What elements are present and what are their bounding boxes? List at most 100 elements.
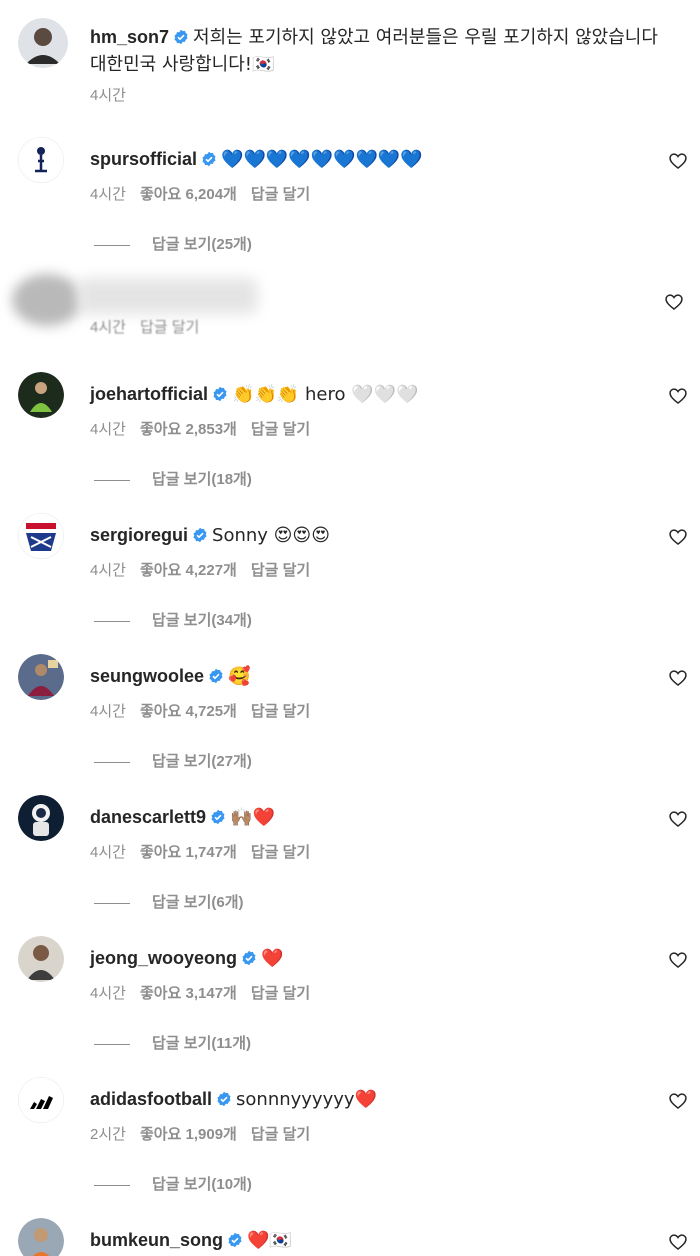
timestamp[interactable]: 4시간 [90,186,126,203]
comment-item: danescarlett9 🙌🏽❤️ 4시간 좋아요 1,747개 답글 달기 답글 … [18,795,688,925]
like-heart-icon[interactable] [668,1232,688,1252]
comment-line: bumkeun_song ❤️🇰🇷 [90,1228,292,1253]
view-replies-button[interactable]: 답글 보기(27개) [94,750,252,771]
username[interactable]: hm_son7 [90,27,169,47]
timestamp[interactable]: 4시간 [90,421,126,438]
verified-badge-icon [202,151,216,167]
like-heart-icon[interactable] [668,527,688,547]
like-heart-icon[interactable] [668,950,688,970]
timestamp[interactable]: 4시간 [90,844,126,861]
comment-text: 🙌🏽❤️ [230,807,275,828]
divider [94,1043,130,1045]
comment-item: sergioregui Sonny 😍😍😍 4시간 좋아요 4,227개 답글 달기 … [18,513,688,643]
verified-badge-icon [174,29,188,45]
likes-count[interactable]: 좋아요 1,909개 [140,1126,237,1143]
comment-text: sonnnyyyyyy❤️ [236,1089,377,1110]
view-replies-label: 답글 보기(34개) [152,612,252,629]
avatar[interactable] [18,18,68,68]
likes-count[interactable]: 좋아요 2,853개 [140,421,237,438]
username[interactable]: jeong_wooyeong [90,948,237,968]
comment-meta: 2시간 좋아요 1,909개 답글 달기 [90,1123,324,1144]
verified-badge-icon [217,1091,231,1107]
likes-count[interactable]: 좋아요 4,725개 [140,703,237,720]
like-heart-icon[interactable] [668,151,688,171]
likes-count[interactable]: 좋아요 6,204개 [140,186,237,203]
view-replies-button[interactable]: 답글 보기(10개) [94,1173,252,1194]
verified-badge-icon [209,668,223,684]
timestamp[interactable]: 4시간 [90,562,126,579]
comment-meta: 4시간 좋아요 4,227개 답글 달기 [90,559,324,580]
timestamp[interactable]: 4시간 [90,319,126,336]
avatar[interactable] [18,795,64,841]
view-replies-button[interactable]: 답글 보기(18개) [94,468,252,489]
view-replies-button[interactable]: 답글 보기(6개) [94,891,244,912]
divider [94,244,130,246]
username[interactable]: spursofficial [90,149,197,169]
comment-meta: 4시간 좋아요 3,147개 답글 달기 [90,982,324,1003]
avatar[interactable] [18,936,64,982]
comment-text: ❤️🇰🇷 [247,1230,292,1251]
comment-text: 🥰 [228,666,251,687]
comment-item: jeong_wooyeong ❤️ 4시간 좋아요 3,147개 답글 달기 답글 보… [18,936,688,1066]
avatar[interactable] [18,372,64,418]
verified-badge-icon [211,809,225,825]
reply-button[interactable]: 답글 달기 [251,844,310,861]
reply-button[interactable]: 답글 달기 [251,985,310,1002]
username[interactable]: bumkeun_song [90,1230,223,1250]
view-replies-label: 답글 보기(6개) [152,894,244,911]
like-heart-icon[interactable] [668,668,688,688]
caption-body: hm_son7 저희는 포기하지 않았고 여러분들은 우릴 포기하지 않았습니다 … [90,24,670,78]
like-heart-icon[interactable] [668,1091,688,1111]
username[interactable]: sergioregui [90,525,188,545]
verified-badge-icon [228,1232,242,1248]
timestamp[interactable]: 4시간 [90,703,126,720]
divider [94,761,130,763]
comment-text: 💙💙💙💙💙💙💙💙💙 [221,149,423,170]
avatar[interactable] [18,654,64,700]
view-replies-label: 답글 보기(18개) [152,471,252,488]
like-heart-icon[interactable] [668,386,688,406]
comment-meta: 4시간 답글 달기 [90,316,213,337]
divider [94,479,130,481]
avatar[interactable] [18,137,64,183]
reply-button[interactable]: 답글 달기 [251,186,310,203]
like-heart-icon[interactable] [664,292,684,312]
verified-badge-icon [213,386,227,402]
reply-button[interactable]: 답글 달기 [251,1126,310,1143]
view-replies-label: 답글 보기(10개) [152,1176,252,1193]
view-replies-button[interactable]: 답글 보기(25개) [94,233,252,254]
timestamp[interactable]: 4시간 [90,84,126,105]
comment-line: sergioregui Sonny 😍😍😍 [90,523,330,548]
username[interactable]: danescarlett9 [90,807,206,827]
comment-line: danescarlett9 🙌🏽❤️ [90,805,275,830]
likes-count[interactable]: 좋아요 1,747개 [140,844,237,861]
view-replies-label: 답글 보기(11개) [152,1035,252,1052]
reply-button[interactable]: 답글 달기 [251,562,310,579]
view-replies-button[interactable]: 답글 보기(11개) [94,1032,251,1053]
blurred-text [78,278,258,314]
comment-item: bumkeun_song ❤️🇰🇷 [18,1218,688,1256]
reply-button[interactable]: 답글 달기 [251,703,310,720]
avatar [12,274,82,326]
reply-button[interactable]: 답글 달기 [251,421,310,438]
comment-item: spursofficial 💙💙💙💙💙💙💙💙💙 4시간 좋아요 6,204개 답글 달… [18,137,688,267]
username[interactable]: joehartofficial [90,384,208,404]
username[interactable]: seungwoolee [90,666,204,686]
likes-count[interactable]: 좋아요 4,227개 [140,562,237,579]
timestamp[interactable]: 2시간 [90,1126,126,1143]
comment-line: jeong_wooyeong ❤️ [90,946,283,971]
like-heart-icon[interactable] [668,809,688,829]
timestamp[interactable]: 4시간 [90,985,126,1002]
comment-text: 👏👏👏 hero 🤍🤍🤍 [232,384,419,405]
view-replies-button[interactable]: 답글 보기(34개) [94,609,252,630]
avatar[interactable] [18,513,64,559]
avatar[interactable] [18,1077,64,1123]
divider [94,1184,130,1186]
username[interactable]: adidasfootball [90,1089,212,1109]
comment-line: joehartofficial 👏👏👏 hero 🤍🤍🤍 [90,382,418,407]
comment-line: adidasfootball sonnnyyyyyy❤️ [90,1087,377,1112]
avatar[interactable] [18,1218,64,1256]
likes-count[interactable]: 좋아요 3,147개 [140,985,237,1002]
comment-item: seungwoolee 🥰 4시간 좋아요 4,725개 답글 달기 답글 보기(27… [18,654,688,784]
reply-button[interactable]: 답글 달기 [140,319,199,336]
